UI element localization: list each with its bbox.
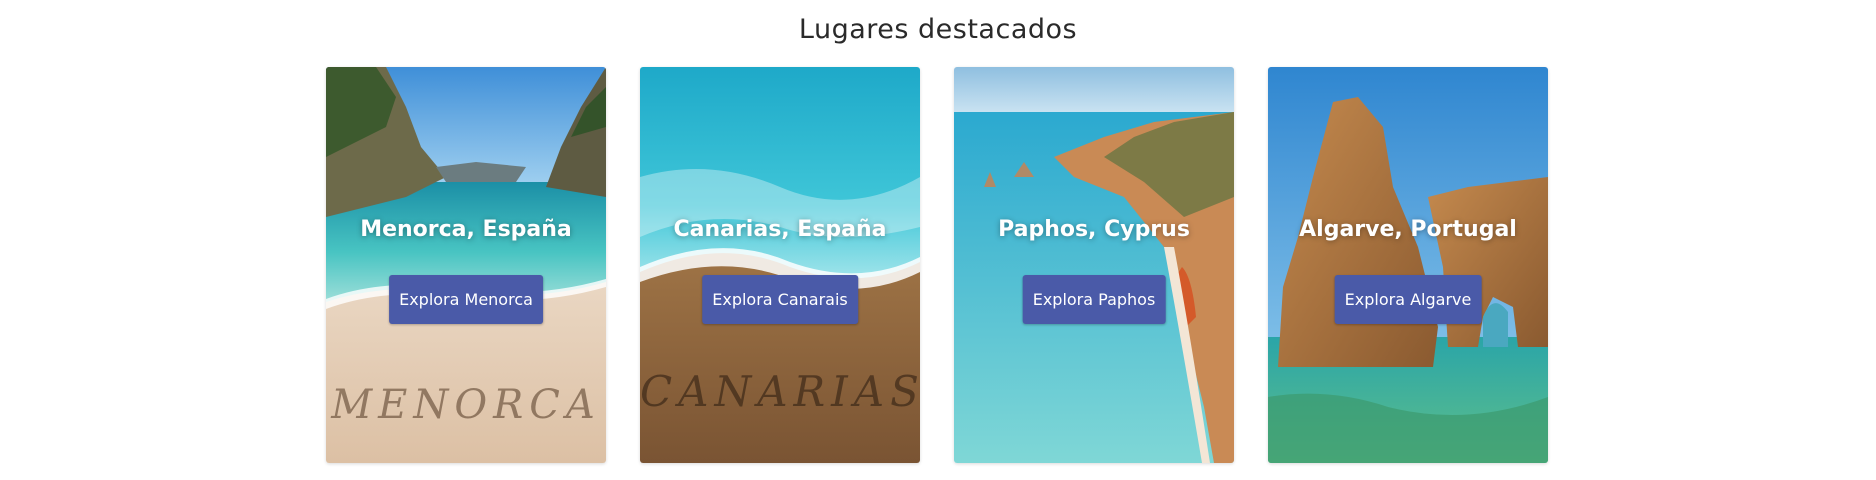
card-title-menorca: Menorca, España bbox=[360, 217, 572, 242]
card-title-algarve: Algarve, Portugal bbox=[1299, 217, 1517, 242]
explore-canarias-button[interactable]: Explora Canarais bbox=[702, 275, 858, 324]
card-algarve: Algarve, Portugal Explora Algarve bbox=[1268, 67, 1548, 463]
featured-places-section: Lugares destacados MENORCA Menorca, Espa… bbox=[0, 0, 1876, 480]
canarias-sand-writing: CANARIAS bbox=[640, 367, 920, 416]
algarve-image bbox=[1268, 67, 1548, 463]
card-canarias: CANARIAS Canarias, España Explora Canara… bbox=[640, 67, 920, 463]
menorca-sand-writing: MENORCA bbox=[331, 382, 601, 428]
card-title-canarias: Canarias, España bbox=[673, 217, 887, 242]
paphos-image bbox=[954, 67, 1234, 463]
explore-paphos-button[interactable]: Explora Paphos bbox=[1022, 275, 1166, 324]
section-title: Lugares destacados bbox=[798, 14, 1078, 45]
card-paphos: Paphos, Cyprus Explora Paphos bbox=[954, 67, 1234, 463]
card-title-paphos: Paphos, Cyprus bbox=[998, 217, 1190, 242]
place-cards: MENORCA Menorca, España Explora Menorca bbox=[326, 67, 1548, 463]
explore-menorca-button[interactable]: Explora Menorca bbox=[389, 275, 543, 324]
explore-algarve-button[interactable]: Explora Algarve bbox=[1334, 275, 1482, 324]
card-menorca: MENORCA Menorca, España Explora Menorca bbox=[326, 67, 606, 463]
